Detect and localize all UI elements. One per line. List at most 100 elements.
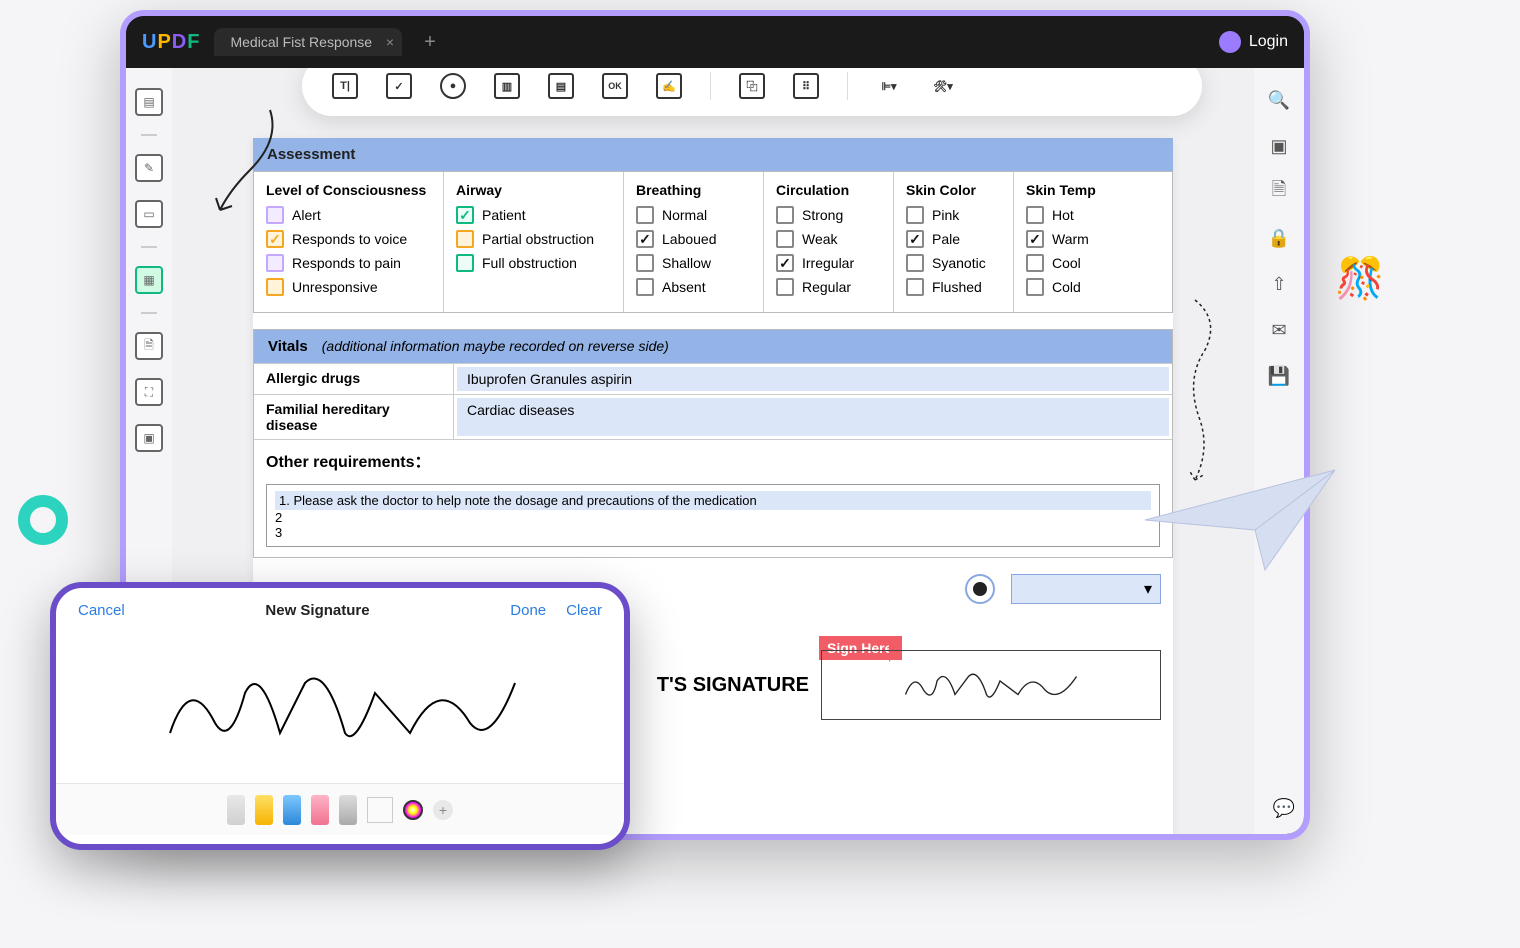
checkbox[interactable] bbox=[776, 206, 794, 224]
convert-icon[interactable]: 🗎 bbox=[1267, 180, 1291, 204]
new-tab-button[interactable]: + bbox=[416, 31, 444, 54]
vitals-note: (additional information maybe recorded o… bbox=[322, 338, 669, 354]
option-label: Normal bbox=[662, 207, 707, 223]
mail-icon[interactable]: ✉ bbox=[1267, 318, 1291, 342]
signature-canvas[interactable] bbox=[56, 633, 624, 783]
vitals-title: Vitals bbox=[268, 338, 308, 355]
checkbox[interactable] bbox=[266, 278, 284, 296]
avatar-icon bbox=[1219, 31, 1241, 53]
decoration-arrow bbox=[210, 100, 290, 225]
cancel-button[interactable]: Cancel bbox=[78, 602, 125, 619]
done-button[interactable]: Done bbox=[510, 602, 546, 619]
ocr-icon[interactable]: ▣ bbox=[1267, 134, 1291, 158]
tools-icon[interactable]: 🛠▾ bbox=[930, 73, 956, 99]
rail-divider bbox=[141, 312, 157, 314]
protect-icon[interactable]: 🔒 bbox=[1267, 226, 1291, 250]
option-label: Laboued bbox=[662, 231, 717, 247]
checkbox[interactable] bbox=[266, 254, 284, 272]
checkbox[interactable] bbox=[906, 254, 924, 272]
option-label: Responds to voice bbox=[292, 231, 407, 247]
other-label-text: Other requirements： bbox=[266, 454, 431, 471]
share-icon[interactable]: ⇧ bbox=[1267, 272, 1291, 296]
pencil-tool[interactable] bbox=[339, 795, 357, 825]
rail-annotate-icon[interactable]: ▭ bbox=[135, 200, 163, 228]
document-tab[interactable]: Medical Fist Response × bbox=[214, 28, 402, 56]
rail-form-icon[interactable]: ▦ bbox=[135, 266, 163, 294]
save-icon[interactable]: 💾 bbox=[1267, 364, 1291, 388]
checkbox[interactable] bbox=[636, 230, 654, 248]
checkbox-icon[interactable]: ✓ bbox=[386, 73, 412, 99]
search-icon[interactable]: 🔍 bbox=[1267, 88, 1291, 112]
comment-icon[interactable]: 💬 bbox=[1272, 796, 1296, 820]
rail-crop-icon[interactable]: ⛶ bbox=[135, 378, 163, 406]
radio-field[interactable] bbox=[965, 574, 995, 604]
checkbox[interactable] bbox=[1026, 230, 1044, 248]
dropdown-icon[interactable]: ▥ bbox=[494, 73, 520, 99]
button-icon[interactable]: OK bbox=[602, 73, 628, 99]
decoration-plane bbox=[1135, 460, 1345, 580]
familial-value[interactable]: Cardiac diseases bbox=[457, 398, 1169, 436]
decoration-confetti: 🎊 bbox=[1335, 255, 1385, 302]
add-tool-button[interactable]: + bbox=[433, 800, 453, 820]
text-field-icon[interactable]: T| bbox=[332, 73, 358, 99]
checkbox[interactable] bbox=[776, 230, 794, 248]
checkbox[interactable] bbox=[906, 278, 924, 296]
option-label: Warm bbox=[1052, 231, 1089, 247]
toolbar-divider bbox=[710, 72, 711, 100]
pen-tool-3[interactable] bbox=[283, 795, 301, 825]
vitals-header: Vitals (additional information maybe rec… bbox=[254, 330, 1172, 363]
option-label: Partial obstruction bbox=[482, 231, 594, 247]
decoration-ring bbox=[18, 495, 68, 545]
checkbox[interactable] bbox=[906, 206, 924, 224]
option-label: Flushed bbox=[932, 279, 982, 295]
signature-icon[interactable]: ✍ bbox=[656, 73, 682, 99]
rail-reader-icon[interactable]: ▤ bbox=[135, 88, 163, 116]
other-requirements-box[interactable]: 1. Please ask the doctor to help note th… bbox=[266, 484, 1160, 547]
phone-header: Cancel New Signature Done Clear bbox=[56, 588, 624, 633]
login-button[interactable]: Login bbox=[1219, 31, 1288, 53]
titlebar: UPDF Medical Fist Response × + Login bbox=[126, 16, 1304, 68]
checkbox[interactable] bbox=[266, 230, 284, 248]
col-title: Circulation bbox=[776, 182, 881, 198]
option-label: Shallow bbox=[662, 255, 711, 271]
signature-field[interactable] bbox=[821, 650, 1161, 720]
checkbox[interactable] bbox=[456, 206, 474, 224]
signature-label: T'S SIGNATURE bbox=[657, 674, 809, 697]
grid-icon[interactable]: ⠿ bbox=[793, 73, 819, 99]
option-label: Absent bbox=[662, 279, 706, 295]
rail-edit-icon[interactable]: ✎ bbox=[135, 154, 163, 182]
close-tab-icon[interactable]: × bbox=[386, 34, 394, 50]
rail-organize-icon[interactable]: 🗎 bbox=[135, 332, 163, 360]
checkbox[interactable] bbox=[776, 278, 794, 296]
ruler-tool[interactable] bbox=[367, 797, 393, 823]
option-label: Alert bbox=[292, 207, 321, 223]
listbox-icon[interactable]: ▤ bbox=[548, 73, 574, 99]
color-picker[interactable] bbox=[403, 800, 423, 820]
clear-button[interactable]: Clear bbox=[566, 602, 602, 619]
align-icon[interactable]: ⊫▾ bbox=[876, 73, 902, 99]
checkbox[interactable] bbox=[456, 230, 474, 248]
copy-icon[interactable]: ⿻ bbox=[739, 73, 765, 99]
tab-title: Medical Fist Response bbox=[230, 34, 372, 50]
checkbox[interactable] bbox=[636, 278, 654, 296]
checkbox[interactable] bbox=[906, 230, 924, 248]
checkbox[interactable] bbox=[776, 254, 794, 272]
allergic-value[interactable]: Ibuprofen Granules aspirin bbox=[457, 367, 1169, 391]
checkbox[interactable] bbox=[1026, 254, 1044, 272]
rail-layers-icon[interactable]: ▣ bbox=[135, 424, 163, 452]
option-label: Full obstruction bbox=[482, 255, 577, 271]
checkbox[interactable] bbox=[636, 206, 654, 224]
pen-tool-2[interactable] bbox=[255, 795, 273, 825]
pen-tool-1[interactable] bbox=[227, 795, 245, 825]
phone-toolbar: + bbox=[56, 783, 624, 835]
eraser-tool[interactable] bbox=[311, 795, 329, 825]
vitals-table: Vitals (additional information maybe rec… bbox=[253, 329, 1173, 558]
checkbox[interactable] bbox=[1026, 278, 1044, 296]
option-label: Strong bbox=[802, 207, 843, 223]
signature-preview-icon bbox=[901, 663, 1081, 708]
radio-icon[interactable]: ● bbox=[440, 73, 466, 99]
checkbox[interactable] bbox=[1026, 206, 1044, 224]
option-label: Regular bbox=[802, 279, 851, 295]
checkbox[interactable] bbox=[636, 254, 654, 272]
checkbox[interactable] bbox=[456, 254, 474, 272]
